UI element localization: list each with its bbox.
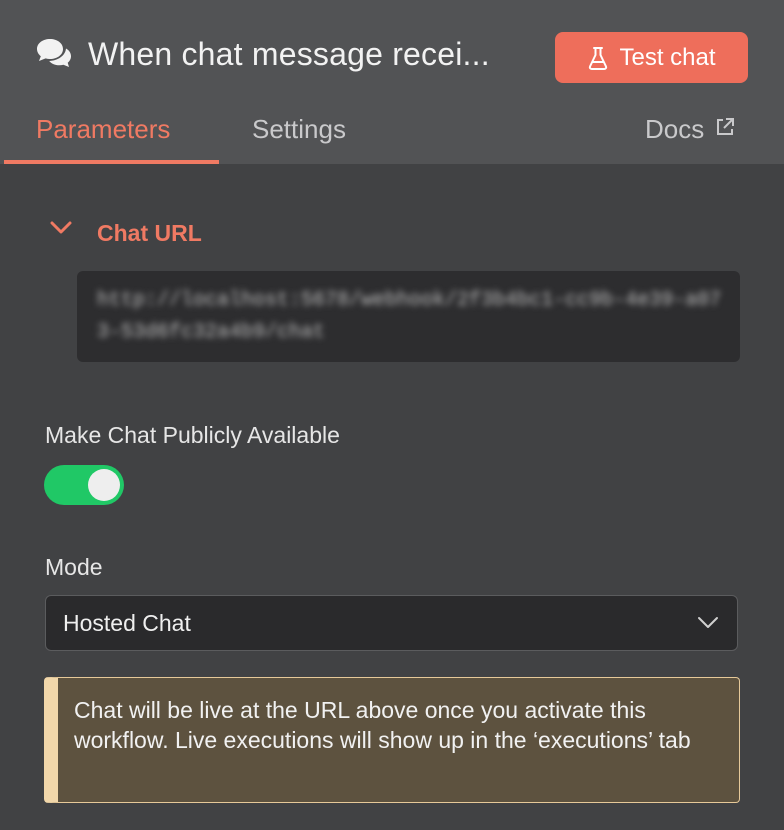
docs-link[interactable]: Docs <box>645 114 736 145</box>
public-toggle[interactable] <box>44 465 124 505</box>
toggle-knob <box>88 469 120 501</box>
public-toggle-label: Make Chat Publicly Available <box>45 422 340 448</box>
tab-settings[interactable]: Settings <box>252 114 346 145</box>
chat-url-value: http://localhost:5678/webhook/2f3b4bc1-c… <box>97 289 722 344</box>
docs-label: Docs <box>645 114 705 144</box>
chat-url-heading[interactable]: Chat URL <box>97 220 202 247</box>
flask-icon <box>589 46 608 70</box>
chevron-down-icon[interactable] <box>50 220 72 236</box>
tab-parameters[interactable]: Parameters <box>36 114 170 145</box>
test-chat-button[interactable]: Test chat <box>555 32 748 83</box>
mode-label: Mode <box>45 554 103 580</box>
notice-text: Chat will be live at the URL above once … <box>74 697 691 753</box>
active-tab-indicator <box>4 160 219 164</box>
mode-select-value: Hosted Chat <box>63 610 191 636</box>
panel-header: When chat message recei... Test chat Par… <box>0 0 784 164</box>
chat-bubbles-icon <box>34 36 74 72</box>
activation-notice: Chat will be live at the URL above once … <box>44 677 740 803</box>
external-link-icon <box>717 117 735 135</box>
node-panel: When chat message recei... Test chat Par… <box>0 0 784 830</box>
chat-url-field[interactable]: http://localhost:5678/webhook/2f3b4bc1-c… <box>77 271 740 362</box>
test-chat-label: Test chat <box>619 43 716 71</box>
mode-select[interactable]: Hosted Chat <box>45 595 738 651</box>
node-title[interactable]: When chat message recei... <box>88 36 490 73</box>
chevron-down-icon <box>697 616 719 630</box>
